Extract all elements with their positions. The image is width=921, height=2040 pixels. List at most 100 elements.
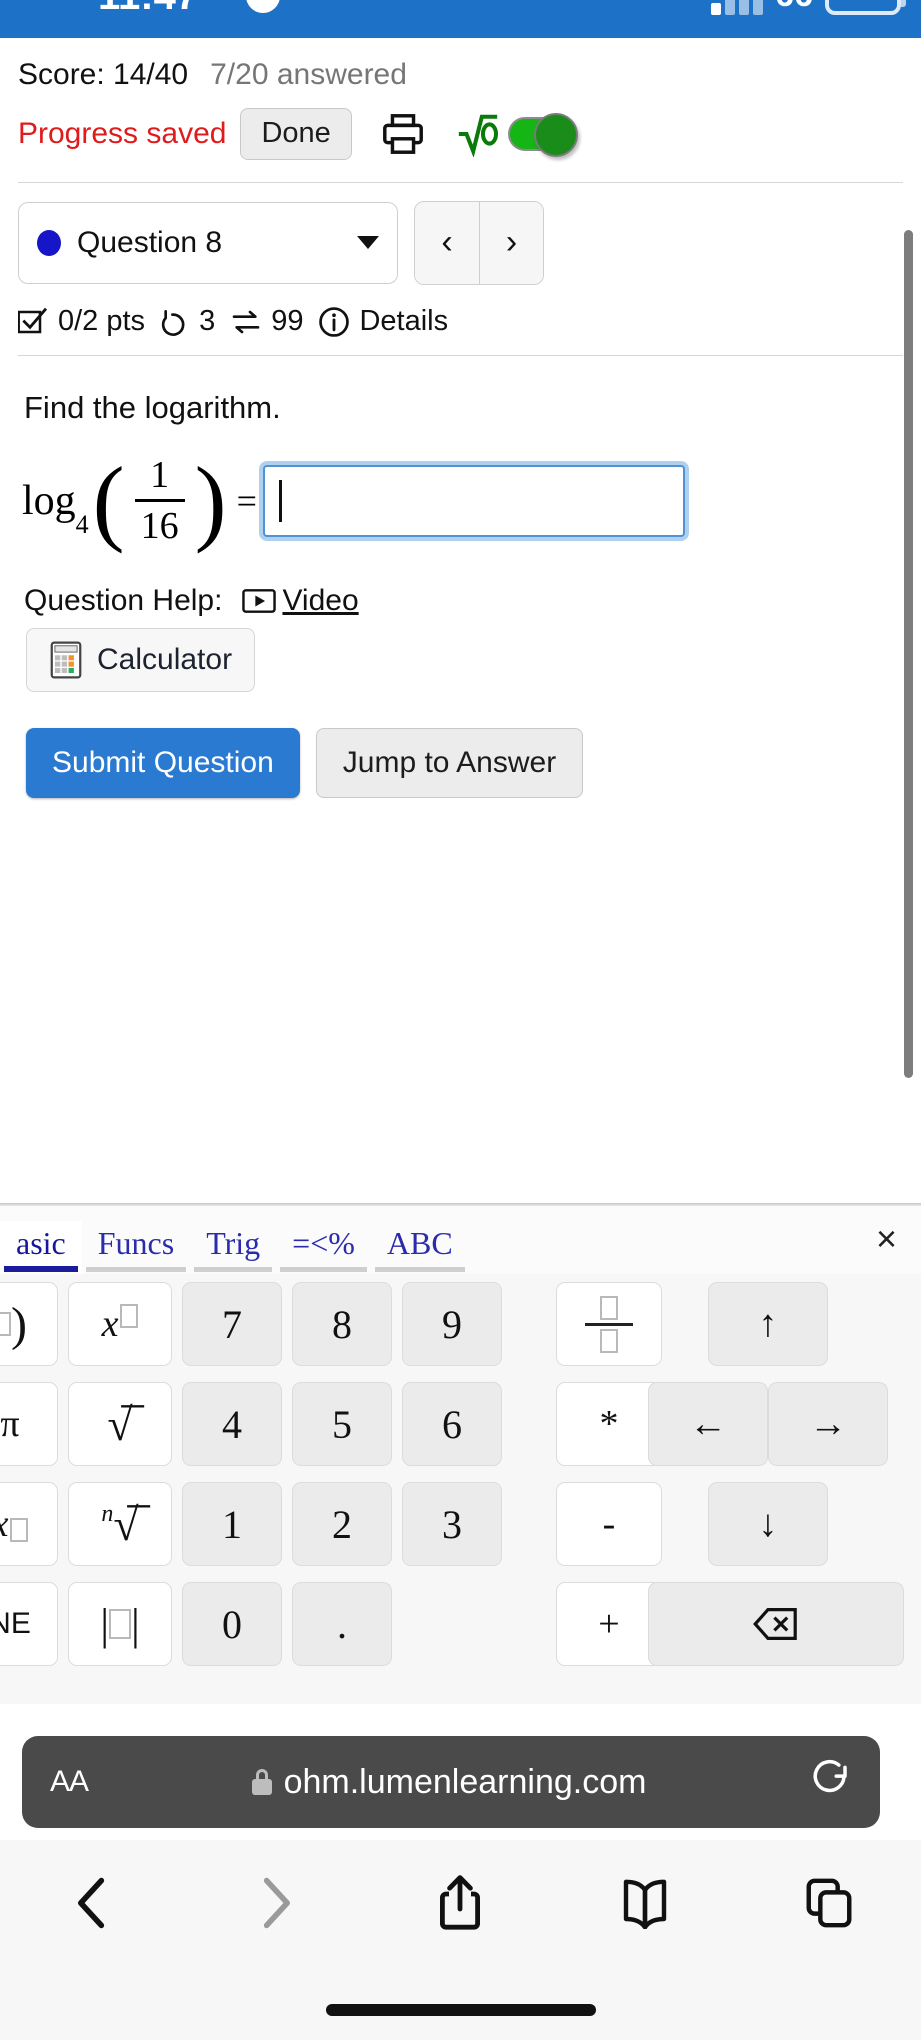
key-8[interactable]: 8 xyxy=(292,1282,392,1366)
done-button[interactable]: Done xyxy=(240,108,352,160)
tab-relations[interactable]: =<% xyxy=(276,1221,371,1274)
key-4[interactable]: 4 xyxy=(182,1382,282,1466)
question-help-row: Question Help: Video xyxy=(0,548,921,618)
placeholder-box xyxy=(120,1304,139,1328)
math-keyboard-tabs: asic Funcs Trig =<% ABC × xyxy=(0,1206,921,1274)
tab-underline xyxy=(194,1267,273,1272)
key-multiply[interactable]: * xyxy=(556,1382,662,1466)
key-arrow-left[interactable]: ← xyxy=(648,1382,768,1466)
toolbar-icons xyxy=(0,1840,921,1948)
question-nav-row: Question 8 ‹ › xyxy=(0,183,921,285)
answer-input[interactable] xyxy=(262,464,685,537)
share-button[interactable] xyxy=(415,1858,505,1948)
close-keyboard-button[interactable]: × xyxy=(876,1218,897,1260)
back-button[interactable] xyxy=(47,1858,137,1948)
key-pi[interactable]: π xyxy=(0,1382,58,1466)
key-7[interactable]: 7 xyxy=(182,1282,282,1366)
previous-question-button[interactable]: ‹ xyxy=(415,201,479,284)
key-exponent-e[interactable]: x xyxy=(0,1482,58,1566)
tab-funcs[interactable]: Funcs xyxy=(82,1221,190,1274)
calculator-button[interactable]: Calculator xyxy=(26,627,256,692)
print-button[interactable] xyxy=(380,111,426,157)
key-6[interactable]: 6 xyxy=(402,1382,502,1466)
key-fraction[interactable] xyxy=(556,1282,662,1366)
score-bar: Score: 14/40 7/20 answered Progress save… xyxy=(0,38,921,160)
bookmarks-button[interactable] xyxy=(600,1858,690,1948)
home-indicator xyxy=(325,2004,596,2016)
status-bar-time: 11:47 xyxy=(98,0,198,19)
reload-button[interactable] xyxy=(810,1755,852,1809)
question-nav-buttons: ‹ › xyxy=(414,200,544,285)
tab-relations-label: =<% xyxy=(292,1225,355,1261)
key-pi-label: π xyxy=(0,1403,20,1445)
question-status-dot-icon xyxy=(37,229,61,256)
next-question-button[interactable]: › xyxy=(479,201,543,284)
key-plus[interactable]: + xyxy=(556,1582,662,1666)
key-arrow-up[interactable]: ↑ xyxy=(708,1282,828,1366)
saved-line: Progress saved Done xyxy=(18,108,903,160)
key-power[interactable]: x xyxy=(68,1282,172,1366)
key-3[interactable]: 3 xyxy=(402,1482,502,1566)
tabs-button[interactable] xyxy=(784,1858,874,1948)
details-label: Details xyxy=(359,305,449,338)
forward-button xyxy=(231,1858,321,1948)
info-icon xyxy=(319,307,350,337)
score-line: Score: 14/40 7/20 answered xyxy=(18,58,903,92)
math-entry-toggle[interactable] xyxy=(454,111,578,157)
browser-toolbar xyxy=(0,1840,921,2040)
tab-underline xyxy=(85,1267,187,1272)
video-help-link[interactable]: Video xyxy=(242,584,359,618)
points-label: 0/2 pts xyxy=(58,305,146,338)
key-0[interactable]: 0 xyxy=(182,1582,282,1666)
key-arrow-down[interactable]: ↓ xyxy=(708,1482,828,1566)
undo-icon xyxy=(161,309,185,336)
battery-percent: 66 xyxy=(775,0,813,15)
math-expression-row: log 4 ( 1 16 ) = xyxy=(0,426,921,548)
tab-basic[interactable]: asic xyxy=(0,1221,82,1274)
fraction-numerator: 1 xyxy=(150,453,170,496)
attempts-label: 3 xyxy=(199,305,216,338)
signal-bars-icon xyxy=(711,0,764,15)
placeholder-box xyxy=(109,1609,131,1639)
shuffle-icon xyxy=(232,310,260,334)
question-help-label: Question Help: xyxy=(24,583,223,617)
toggle-switch[interactable] xyxy=(507,112,578,157)
text-size-button[interactable]: AA xyxy=(50,1765,89,1799)
key-arrow-right[interactable]: → xyxy=(768,1382,888,1466)
submit-question-button[interactable]: Submit Question xyxy=(26,727,300,798)
key-2[interactable]: 2 xyxy=(292,1482,392,1566)
question-selector[interactable]: Question 8 xyxy=(18,201,398,284)
question-selector-label: Question 8 xyxy=(77,225,223,259)
score-label: Score: 14/40 xyxy=(18,58,189,91)
key-minus[interactable]: - xyxy=(556,1482,662,1566)
key-dne[interactable]: NE xyxy=(0,1582,58,1666)
key-sqrt[interactable]: √̅ xyxy=(68,1382,172,1466)
key-decimal-point[interactable]: . xyxy=(292,1582,392,1666)
answered-label: 7/20 answered xyxy=(210,58,407,91)
key-9[interactable]: 9 xyxy=(402,1282,502,1366)
tab-abc[interactable]: ABC xyxy=(371,1221,469,1274)
calculator-button-label: Calculator xyxy=(97,642,233,676)
fraction: 1 16 xyxy=(134,453,185,548)
points-meta: 0/2 pts xyxy=(18,305,145,338)
log-base: 4 xyxy=(75,509,89,539)
math-keyboard: asic Funcs Trig =<% ABC × ) π E x √̅ n √… xyxy=(0,1206,921,1704)
checkbox-check-icon xyxy=(18,307,48,334)
fraction-bar xyxy=(134,499,185,503)
page-scrollbar[interactable] xyxy=(904,230,913,1078)
key-5[interactable]: 5 xyxy=(292,1382,392,1466)
key-absolute-value[interactable]: | | xyxy=(68,1582,172,1666)
tab-basic-label: asic xyxy=(16,1225,66,1261)
versions-meta: 99 xyxy=(229,305,303,338)
key-1[interactable]: 1 xyxy=(182,1482,282,1566)
jump-to-answer-button[interactable]: Jump to Answer xyxy=(315,727,584,798)
key-nth-root[interactable]: n √̅ xyxy=(68,1482,172,1566)
key-parentheses[interactable]: ) xyxy=(0,1282,58,1366)
details-meta[interactable]: Details xyxy=(317,305,448,339)
reload-icon xyxy=(813,1759,847,1793)
screen: 11:47 66 Score: 14/40 7/20 answered Prog… xyxy=(0,0,921,2040)
key-backspace[interactable] xyxy=(648,1582,904,1666)
question-prompt: Find the logarithm. xyxy=(24,389,281,425)
browser-address-bar[interactable]: AA ohm.lumenlearning.com xyxy=(22,1736,880,1828)
tab-trig[interactable]: Trig xyxy=(190,1221,276,1274)
